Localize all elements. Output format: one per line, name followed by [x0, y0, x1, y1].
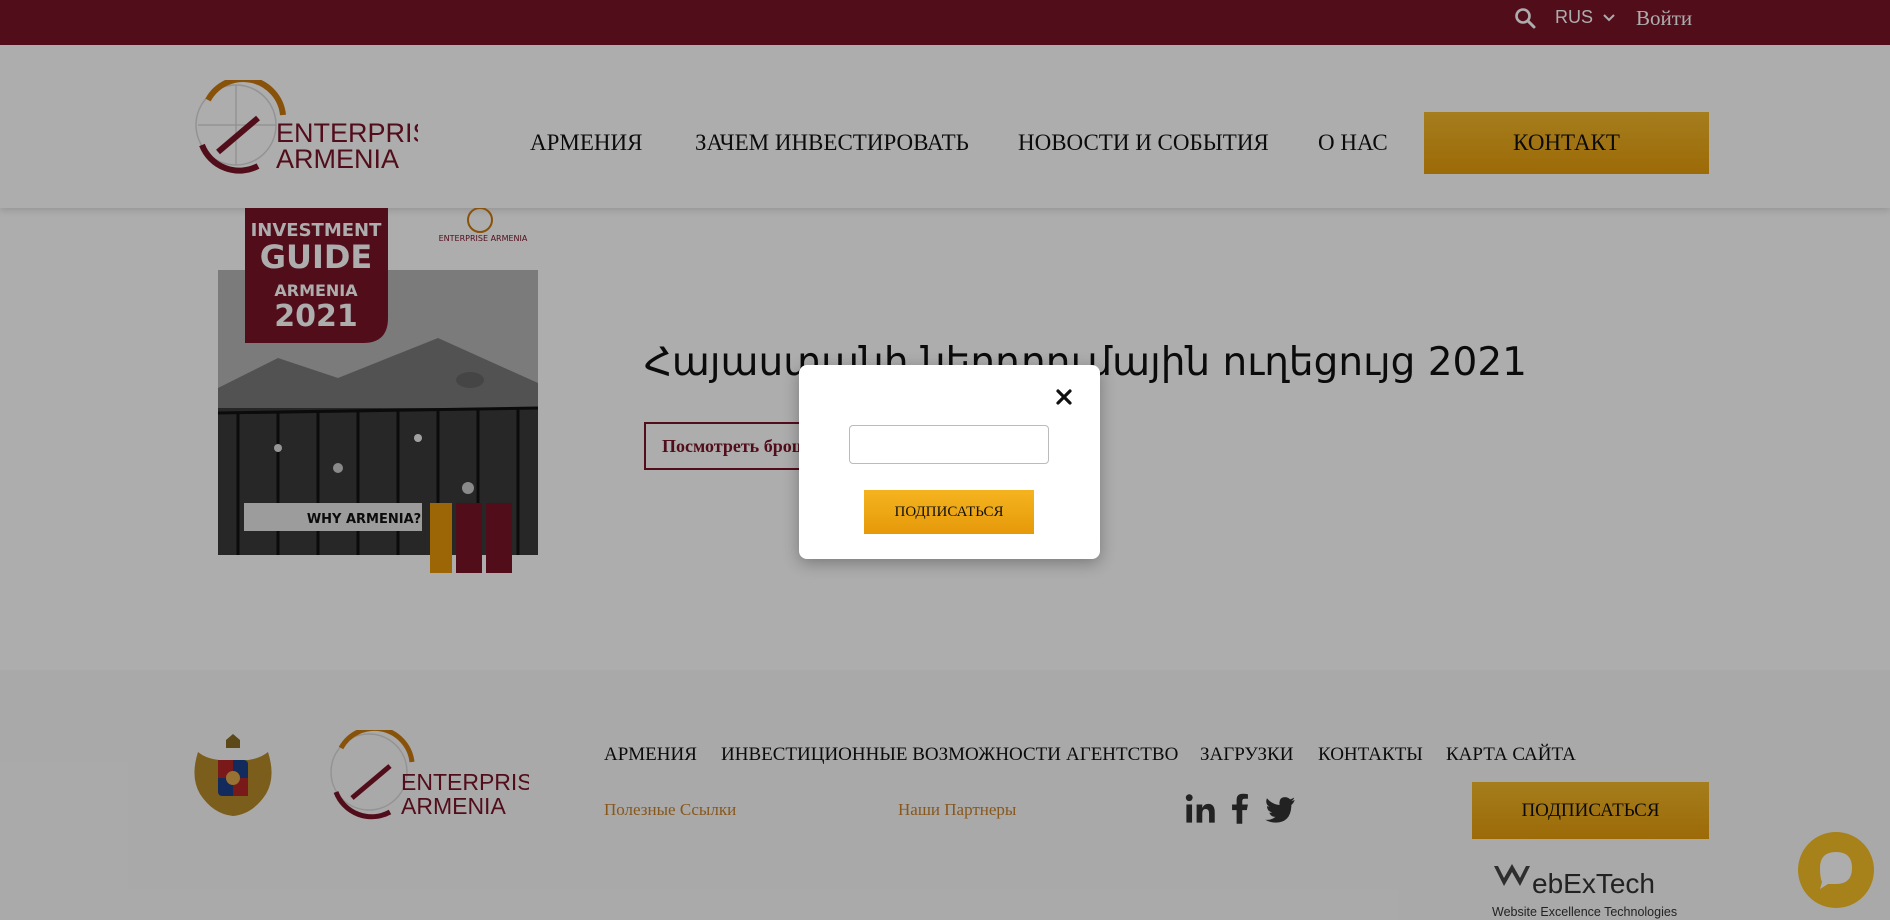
modal-subscribe-button[interactable]: ПОДПИСАТЬСЯ [864, 490, 1034, 534]
email-field[interactable] [849, 425, 1049, 464]
subscribe-modal: ПОДПИСАТЬСЯ [799, 365, 1100, 559]
close-icon[interactable] [1054, 387, 1074, 407]
